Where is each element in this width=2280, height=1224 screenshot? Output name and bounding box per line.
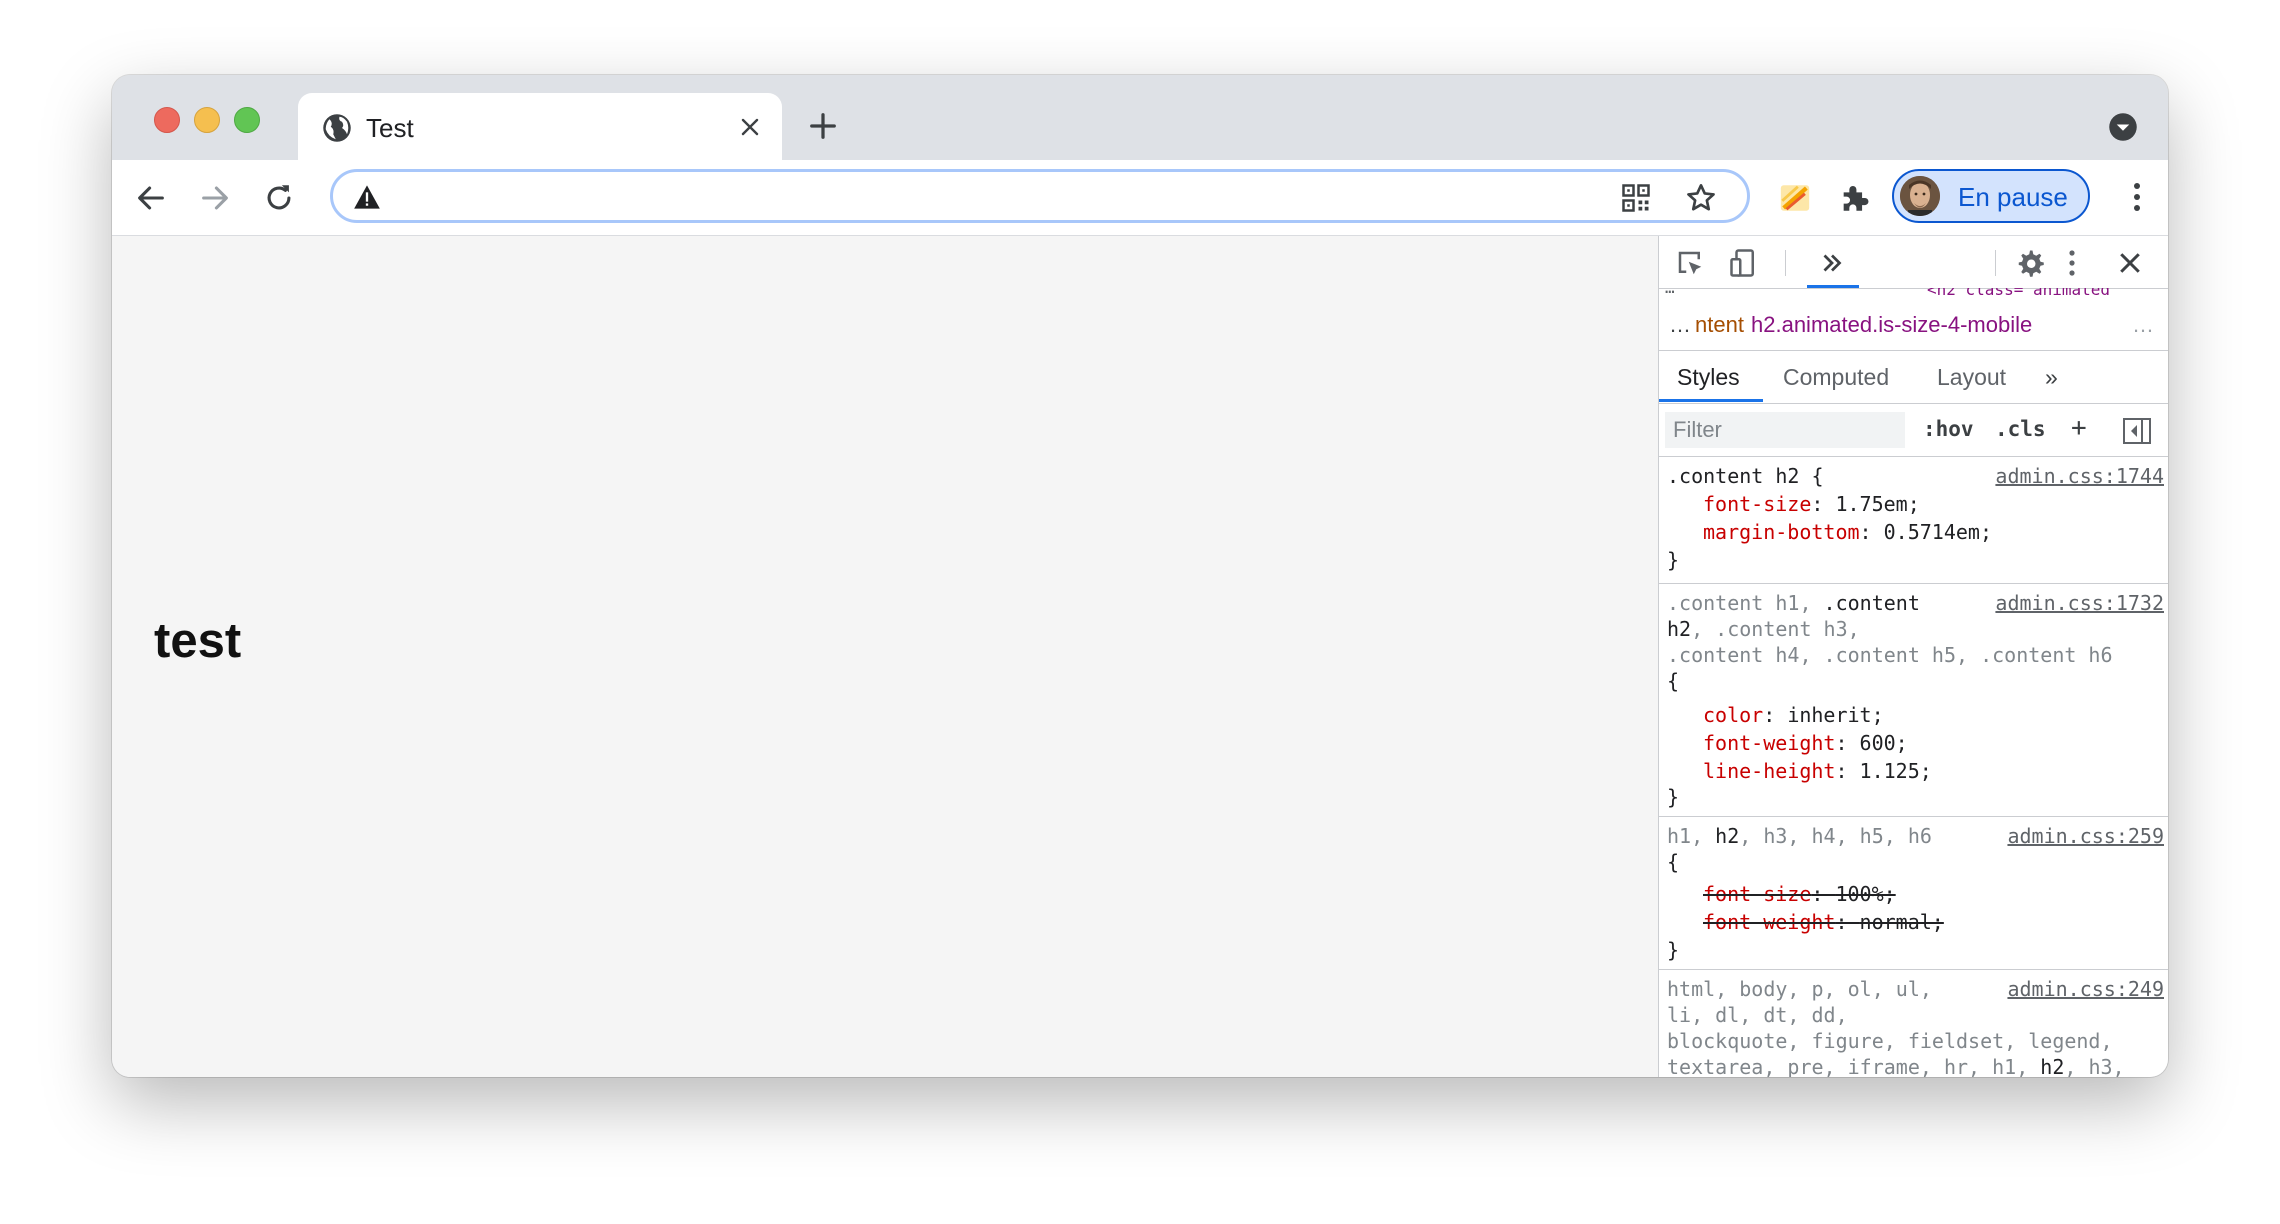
page-heading: test xyxy=(154,614,242,668)
tab-more[interactable]: » xyxy=(2045,364,2058,391)
address-bar[interactable] xyxy=(330,169,1750,223)
rule-selector[interactable]: .content h4, .content h5, .content h6 xyxy=(1667,642,2113,668)
css-rule: .content h2 { admin.css:1744 font-size: … xyxy=(1659,457,2168,584)
elements-tree-peek: … <h2 class="animated xyxy=(1659,288,2168,300)
toggle-sidebar-icon[interactable] xyxy=(2123,418,2151,444)
rule-selector[interactable]: html, body, p, ol, ul, xyxy=(1667,976,1932,1002)
qr-code-icon[interactable] xyxy=(1621,183,1651,213)
rule-close-brace: } xyxy=(1667,548,1680,572)
warning-icon[interactable] xyxy=(353,184,381,210)
overridden-declaration[interactable]: font-size: 100%; xyxy=(1703,881,1896,907)
css-declaration[interactable]: font-weight: 600; xyxy=(1703,730,1908,756)
rule-selector[interactable]: li, dl, dt, dd, xyxy=(1667,1002,1848,1028)
tab-computed[interactable]: Computed xyxy=(1783,364,1889,391)
active-tab-indicator xyxy=(1659,399,1763,402)
rule-source-link[interactable]: admin.css:249 xyxy=(2007,976,2164,1002)
toolbar-divider xyxy=(1785,250,1786,276)
extensions-puzzle-icon[interactable] xyxy=(1838,181,1872,215)
css-rule: .content h1, .content h2, .content h3, .… xyxy=(1659,584,2168,817)
new-tab-icon[interactable] xyxy=(808,111,838,141)
tab-layout[interactable]: Layout xyxy=(1937,364,2006,391)
back-arrow-icon[interactable] xyxy=(134,181,168,215)
styles-rules-pane: .content h2 { admin.css:1744 font-size: … xyxy=(1659,457,2168,1077)
close-tab-icon[interactable] xyxy=(738,115,762,139)
maximize-window-button[interactable] xyxy=(234,107,260,133)
rule-source-link[interactable]: admin.css:1732 xyxy=(1995,590,2164,616)
bookmark-star-icon[interactable] xyxy=(1685,182,1717,214)
device-toolbar-icon[interactable] xyxy=(1729,248,1759,278)
settings-gear-icon[interactable] xyxy=(2015,248,2045,278)
overridden-declaration[interactable]: font-weight: normal; xyxy=(1703,909,1944,935)
globe-icon xyxy=(323,114,351,142)
css-declaration[interactable]: font-size: 1.75em; xyxy=(1703,491,1920,517)
breadcrumb: … ntent h2.animated.is-size-4-mobile … xyxy=(1659,300,2168,351)
css-declaration[interactable]: line-height: 1.125; xyxy=(1703,758,1932,784)
breadcrumb-more[interactable]: … xyxy=(1669,312,1691,338)
tab-search-icon[interactable] xyxy=(2108,112,2138,142)
close-window-button[interactable] xyxy=(154,107,180,133)
breadcrumb-item-h2[interactable]: h2.animated.is-size-4-mobile xyxy=(1751,312,2032,338)
hov-toggle[interactable]: :hov xyxy=(1923,417,1974,441)
rule-close-brace: } xyxy=(1667,938,1680,962)
new-rule-button[interactable]: + xyxy=(2071,413,2087,443)
profile-status-label: En pause xyxy=(1958,182,2068,212)
styles-subtabs: Styles Computed Layout » xyxy=(1659,351,2168,404)
devtools-menu-icon[interactable] xyxy=(2065,248,2079,278)
css-rule: h1, h2, h3, h4, h5, h6 { admin.css:259 f… xyxy=(1659,817,2168,970)
styles-filter-bar: :hov .cls + xyxy=(1659,404,2168,457)
reload-icon[interactable] xyxy=(262,181,296,215)
rule-selector[interactable]: .content h2 { xyxy=(1667,463,1824,489)
inspect-element-icon[interactable] xyxy=(1675,248,1705,278)
rule-selector[interactable]: .content h1, .content xyxy=(1667,590,1920,616)
tab-styles[interactable]: Styles xyxy=(1677,364,1740,391)
close-devtools-icon[interactable] xyxy=(2115,248,2145,278)
tab-test[interactable]: Test xyxy=(298,93,782,160)
breadcrumb-overflow[interactable]: … xyxy=(2132,312,2154,338)
forward-arrow-icon[interactable] xyxy=(198,181,232,215)
devtools-panel: … <h2 class="animated … ntent h2.animate… xyxy=(1658,236,2168,1077)
css-declaration[interactable]: margin-bottom: 0.5714em; xyxy=(1703,519,1992,545)
extension-icon[interactable] xyxy=(1778,181,1812,215)
breadcrumb-item-content[interactable]: ntent xyxy=(1695,312,1744,338)
tab-strip: Test xyxy=(112,75,2168,160)
profile-button[interactable]: En pause xyxy=(1892,169,2090,223)
peek-html: <h2 class="animated xyxy=(1927,288,2111,299)
rule-close-brace: } xyxy=(1667,785,1680,809)
browser-toolbar: En pause xyxy=(112,160,2168,236)
minimize-window-button[interactable] xyxy=(194,107,220,133)
css-declaration[interactable]: color: inherit; xyxy=(1703,702,1884,728)
filter-input[interactable] xyxy=(1665,412,1905,448)
devtools-toolbar xyxy=(1659,236,2168,289)
more-panels-icon[interactable] xyxy=(1817,248,1847,278)
rule-selector[interactable]: h2, .content h3, xyxy=(1667,616,1860,642)
cls-toggle[interactable]: .cls xyxy=(1995,417,2046,441)
toolbar-divider xyxy=(1995,250,1996,276)
avatar-face-icon xyxy=(1900,176,1940,216)
avatar xyxy=(1900,176,1940,216)
rule-open-brace: { xyxy=(1667,850,1680,874)
rule-open-brace: { xyxy=(1667,669,1680,693)
rule-source-link[interactable]: admin.css:259 xyxy=(2007,823,2164,849)
page-viewport: test xyxy=(112,236,1658,1077)
rule-selector[interactable]: textarea, pre, iframe, hr, h1, h2, h3, xyxy=(1667,1054,2125,1077)
tab-title: Test xyxy=(366,113,414,143)
rule-selector[interactable]: h1, h2, h3, h4, h5, h6 xyxy=(1667,823,1932,849)
css-rule: html, body, p, ol, ul, li, dl, dt, dd, b… xyxy=(1659,970,2168,1077)
rule-selector[interactable]: blockquote, figure, fieldset, legend, xyxy=(1667,1028,2113,1054)
rule-source-link[interactable]: admin.css:1744 xyxy=(1995,463,2164,489)
browser-menu-icon[interactable] xyxy=(2132,180,2142,214)
peek-dots: … xyxy=(1665,288,1675,297)
browser-window: Test En pause test <h2 class="animated …… xyxy=(112,75,2168,1077)
